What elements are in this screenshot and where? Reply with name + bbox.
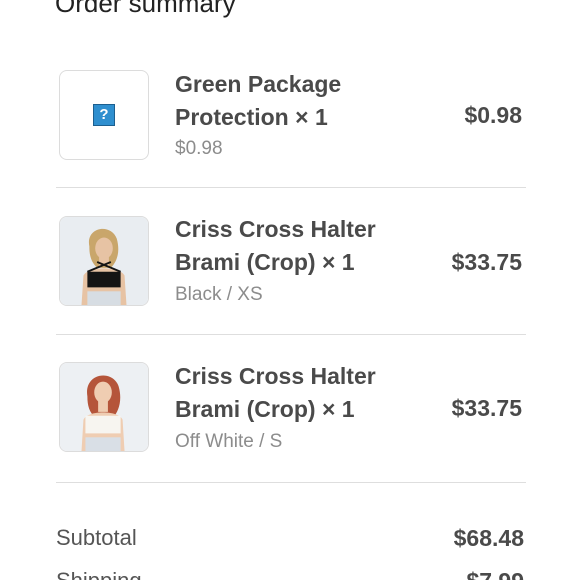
item-variant: Black / XS <box>175 284 263 305</box>
shipping-label: Shipping <box>56 566 142 580</box>
item-price: $0.98 <box>464 102 522 128</box>
product-photo-white-top <box>60 363 148 451</box>
item-thumbnail: ? <box>59 70 149 160</box>
unknown-image-icon: ? <box>93 104 115 126</box>
item-price: $33.75 <box>451 395 522 421</box>
item-price: $33.75 <box>451 249 522 275</box>
shipping-value: $7.99 <box>466 566 524 580</box>
product-photo-black-top <box>60 217 148 305</box>
item-thumbnail <box>59 216 149 306</box>
order-summary-page: Order summary ? Green Package Protection… <box>0 0 580 580</box>
item-variant: Off White / S <box>175 431 283 452</box>
divider <box>56 334 526 335</box>
subtotal-row: Subtotal $68.48 <box>56 523 524 553</box>
subtotal-value: $68.48 <box>453 525 524 551</box>
line-item: ? Green Package Protection × 1 $0.98 $0.… <box>56 68 526 214</box>
item-variant: $0.98 <box>175 138 223 159</box>
item-thumbnail <box>59 362 149 452</box>
line-item: Criss Cross Halter Brami (Crop) × 1 Off … <box>56 360 526 506</box>
divider <box>56 482 526 483</box>
divider <box>56 187 526 188</box>
item-name: Criss Cross Halter Brami (Crop) × 1 <box>175 216 376 275</box>
order-summary-title: Order summary <box>55 0 236 18</box>
item-name: Green Package Protection × 1 <box>175 71 342 130</box>
subtotal-label: Subtotal <box>56 525 137 550</box>
item-name: Criss Cross Halter Brami (Crop) × 1 <box>175 363 376 422</box>
shipping-row: Shipping $7.99 <box>56 566 524 580</box>
line-item: Criss Cross Halter Brami (Crop) × 1 Blac… <box>56 213 526 359</box>
